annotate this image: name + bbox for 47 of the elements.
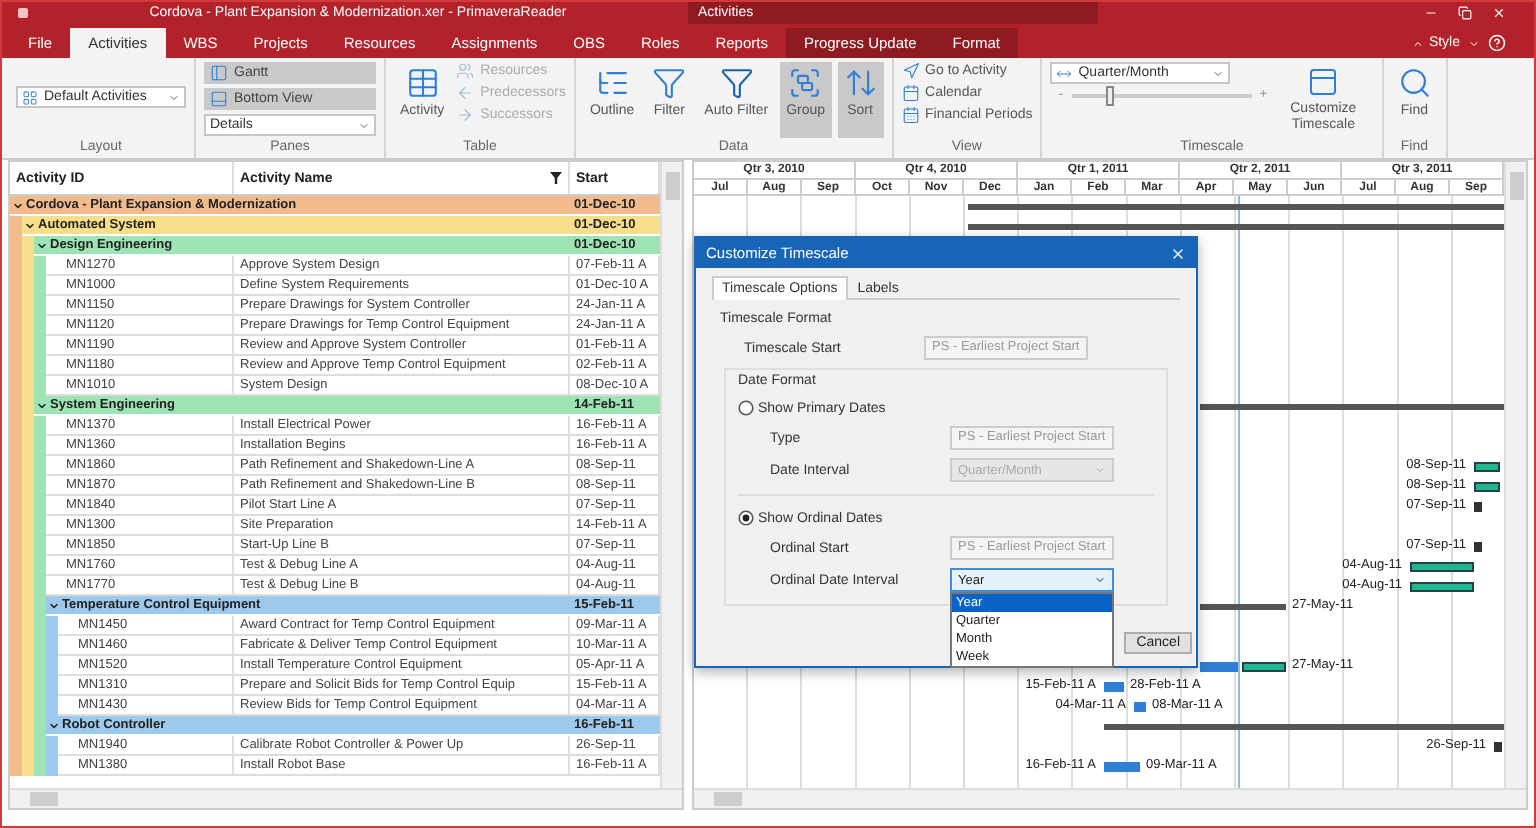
group-icon	[788, 66, 823, 100]
radio-icon	[738, 510, 754, 526]
close-icon[interactable]	[1170, 245, 1186, 261]
scrollbar[interactable]	[694, 788, 1526, 808]
chevron-icon	[1412, 37, 1425, 49]
activity-bar[interactable]	[1474, 462, 1500, 472]
help-icon[interactable]	[1488, 34, 1506, 52]
caret-icon	[1094, 464, 1106, 476]
layout-icon	[22, 89, 38, 105]
radio-icon	[738, 400, 754, 416]
activity-bar[interactable]	[1410, 582, 1474, 592]
panel-icon	[210, 90, 228, 108]
arrow-right-icon	[456, 106, 475, 124]
filter-icon	[652, 66, 687, 100]
close-button[interactable]	[1492, 6, 1506, 20]
users-icon	[456, 62, 475, 80]
caret-icon	[358, 119, 370, 131]
filter-icon[interactable]	[550, 172, 562, 184]
chevron-icon[interactable]	[48, 599, 60, 611]
calendar-icon	[901, 106, 920, 124]
activity-bar[interactable]	[1474, 482, 1500, 492]
search-icon	[1397, 66, 1432, 100]
caret-icon	[168, 91, 180, 103]
slider-thumb[interactable]	[1105, 85, 1114, 105]
restore-button[interactable]	[1458, 6, 1472, 20]
caret-icon	[1468, 37, 1480, 49]
caret-icon	[1212, 67, 1225, 79]
scrollbar[interactable]	[1504, 162, 1526, 788]
chevron-icon[interactable]	[36, 399, 48, 411]
app-icon	[18, 8, 28, 18]
activity-bar[interactable]	[1410, 562, 1474, 572]
calendar-icon	[901, 84, 920, 102]
navigation-icon	[901, 62, 920, 80]
scrollbar[interactable]	[660, 162, 682, 788]
caret-icon	[1094, 574, 1106, 586]
sort-icon	[843, 66, 878, 100]
panel-icon	[210, 64, 228, 82]
filter-icon	[719, 66, 754, 100]
scrollbar[interactable]	[10, 788, 682, 808]
arrow-left-icon	[456, 84, 475, 102]
outline-icon	[595, 66, 630, 100]
chevron-icon[interactable]	[48, 719, 60, 731]
minimize-button[interactable]	[1424, 6, 1438, 20]
timescale-icon	[1056, 65, 1073, 81]
activity-bar[interactable]	[1242, 662, 1286, 672]
table-icon	[405, 66, 440, 100]
timescale-icon	[1306, 66, 1341, 98]
